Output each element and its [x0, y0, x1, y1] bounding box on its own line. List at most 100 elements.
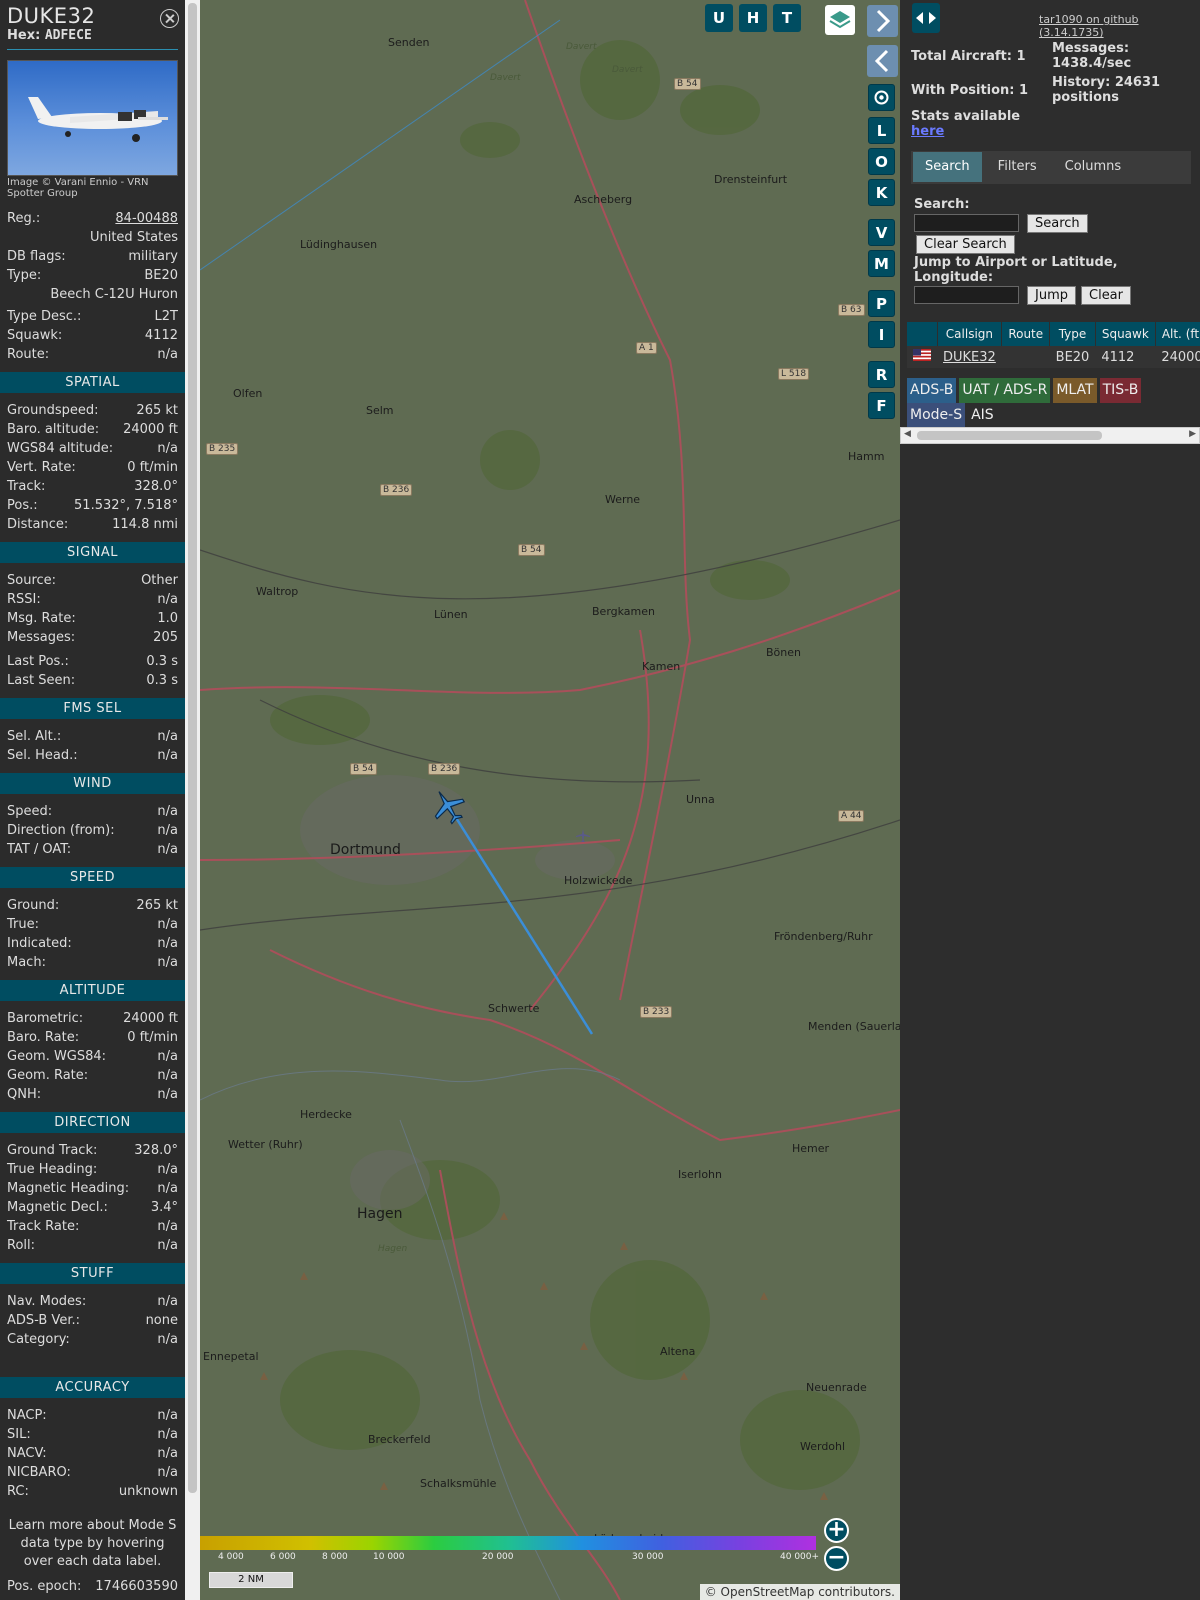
- scrollbar-thumb[interactable]: [188, 3, 197, 1493]
- map-button-2[interactable]: T: [773, 4, 801, 32]
- section-fms: FMS SEL: [0, 698, 185, 719]
- close-icon[interactable]: [160, 9, 179, 28]
- accuracy-row: RC: unknown: [0, 1482, 185, 1501]
- column-header[interactable]: Alt. (ft): [1155, 322, 1200, 346]
- direction-label[interactable]: Track Rate:: [7, 1217, 79, 1236]
- collapse-left-button[interactable]: [867, 45, 898, 77]
- table-row[interactable]: DUKE32 BE20 4112 24000: [907, 346, 1200, 368]
- spatial-label[interactable]: Baro. altitude:: [7, 420, 99, 439]
- toggle-sidebar-button[interactable]: [912, 3, 940, 33]
- direction-value: n/a: [157, 1219, 178, 1234]
- wind-label[interactable]: TAT / OAT:: [7, 840, 71, 859]
- wind-label[interactable]: Speed:: [7, 802, 52, 821]
- search-input[interactable]: [914, 214, 1019, 232]
- stuff-label[interactable]: Nav. Modes:: [7, 1292, 86, 1311]
- aircraft-photo[interactable]: [7, 60, 178, 176]
- map-side-button-6[interactable]: I: [868, 321, 895, 348]
- speed-label[interactable]: Ground:: [7, 896, 59, 915]
- zoom-out-button[interactable]: −: [824, 1546, 849, 1571]
- map-side-button-2[interactable]: K: [868, 179, 895, 206]
- reg-link[interactable]: 84-00488: [115, 209, 178, 228]
- spatial-value: 265 kt: [136, 403, 178, 418]
- direction-label[interactable]: Roll:: [7, 1236, 35, 1255]
- jump-button[interactable]: Jump: [1027, 286, 1076, 305]
- altitude-label[interactable]: Geom. WGS84:: [7, 1047, 106, 1066]
- fms-label[interactable]: Sel. Head.:: [7, 746, 78, 765]
- spatial-label[interactable]: Distance:: [7, 515, 68, 534]
- speed-label[interactable]: Indicated:: [7, 934, 72, 953]
- stuff-row: ADS-B Ver.: none: [0, 1311, 185, 1330]
- direction-label[interactable]: Magnetic Decl.:: [7, 1198, 108, 1217]
- altitude-label[interactable]: Barometric:: [7, 1009, 83, 1028]
- expand-right-button[interactable]: [867, 5, 898, 37]
- stats-link[interactable]: here: [911, 124, 944, 139]
- place-label: Ascheberg: [574, 193, 633, 206]
- map-side-button-7[interactable]: R: [868, 361, 895, 388]
- column-header[interactable]: Type: [1049, 322, 1096, 346]
- scroll-left-icon[interactable]: ◀: [904, 429, 911, 439]
- clear-button[interactable]: Clear: [1081, 286, 1131, 305]
- spatial-label[interactable]: WGS84 altitude:: [7, 439, 113, 458]
- accuracy-label[interactable]: SIL:: [7, 1425, 31, 1444]
- map-side-button-4[interactable]: M: [868, 250, 895, 277]
- direction-label[interactable]: Magnetic Heading:: [7, 1179, 129, 1198]
- layers-button[interactable]: [825, 5, 855, 35]
- speed-label[interactable]: True:: [7, 915, 39, 934]
- callsign-link[interactable]: DUKE32: [943, 350, 996, 365]
- direction-label[interactable]: True Heading:: [7, 1160, 97, 1179]
- place-label: Kamen: [642, 660, 681, 673]
- accuracy-label[interactable]: NICBARO:: [7, 1463, 71, 1482]
- altitude-label[interactable]: Baro. Rate:: [7, 1028, 79, 1047]
- table-hscrollbar[interactable]: ◀ ▶: [900, 427, 1200, 444]
- signal-label[interactable]: Msg. Rate:: [7, 609, 76, 628]
- accuracy-label[interactable]: NACP:: [7, 1406, 47, 1425]
- jump-input[interactable]: [914, 286, 1019, 304]
- fms-label[interactable]: Sel. Alt.:: [7, 727, 61, 746]
- map-side-button-0[interactable]: L: [868, 117, 895, 144]
- hscroll-thumb[interactable]: [917, 431, 1102, 440]
- map-side-button-3[interactable]: V: [868, 219, 895, 246]
- cell-callsign[interactable]: DUKE32: [937, 346, 1002, 368]
- direction-row: Magnetic Decl.: 3.4°: [0, 1198, 185, 1217]
- tab-search[interactable]: Search: [913, 152, 982, 182]
- github-link[interactable]: tar1090 on github (3.14.1735): [1039, 13, 1200, 39]
- accuracy-label[interactable]: RC:: [7, 1482, 29, 1501]
- place-label: Schwerte: [488, 1002, 540, 1015]
- spatial-label[interactable]: Vert. Rate:: [7, 458, 76, 477]
- aircraft-marker-icon[interactable]: [428, 786, 468, 826]
- column-header[interactable]: Squawk: [1095, 322, 1156, 346]
- stuff-label[interactable]: Category:: [7, 1330, 70, 1349]
- map-view[interactable]: Senden Davert Davert Davert Ascheberg Drenste…: [200, 0, 900, 1600]
- clear-search-button[interactable]: Clear Search: [916, 235, 1015, 254]
- stuff-label[interactable]: ADS-B Ver.:: [7, 1311, 80, 1330]
- signal-label[interactable]: Last Pos.:: [7, 652, 69, 671]
- column-header[interactable]: Route: [1001, 322, 1051, 346]
- altitude-label[interactable]: Geom. Rate:: [7, 1066, 88, 1085]
- altitude-label[interactable]: QNH:: [7, 1085, 41, 1104]
- settings-button[interactable]: [868, 84, 895, 111]
- map-side-button-1[interactable]: O: [868, 148, 895, 175]
- accuracy-label[interactable]: NACV:: [7, 1444, 47, 1463]
- spatial-label[interactable]: Track:: [7, 477, 45, 496]
- wind-label[interactable]: Direction (from):: [7, 821, 115, 840]
- column-header[interactable]: Callsign: [937, 322, 1003, 346]
- signal-label[interactable]: Last Seen:: [7, 671, 75, 690]
- map-button-1[interactable]: H: [739, 4, 767, 32]
- zoom-in-button[interactable]: +: [824, 1518, 849, 1543]
- search-button[interactable]: Search: [1027, 214, 1088, 233]
- flag-column-header[interactable]: [907, 322, 938, 346]
- info-scrollbar[interactable]: [185, 0, 200, 1600]
- tab-columns[interactable]: Columns: [1053, 152, 1134, 182]
- signal-label[interactable]: Source:: [7, 571, 56, 590]
- spatial-label[interactable]: Groundspeed:: [7, 401, 98, 420]
- direction-label[interactable]: Ground Track:: [7, 1141, 97, 1160]
- spatial-label[interactable]: Pos.:: [7, 496, 38, 515]
- signal-label[interactable]: Messages:: [7, 628, 75, 647]
- speed-label[interactable]: Mach:: [7, 953, 46, 972]
- scroll-right-icon[interactable]: ▶: [1189, 429, 1196, 439]
- tab-filters[interactable]: Filters: [986, 152, 1049, 182]
- signal-label[interactable]: RSSI:: [7, 590, 41, 609]
- map-side-button-8[interactable]: F: [868, 392, 895, 419]
- map-button-0[interactable]: U: [705, 4, 733, 32]
- map-side-button-5[interactable]: P: [868, 290, 895, 317]
